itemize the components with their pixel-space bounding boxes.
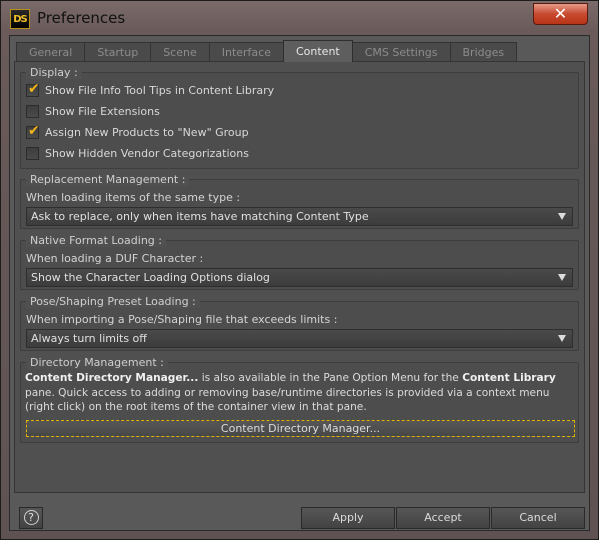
directory-management-group: Directory Management : Content Directory…	[20, 356, 579, 443]
checkbox-label: Show File Extensions	[45, 105, 160, 118]
dialog-body: General Startup Scene Interface Content …	[9, 35, 590, 531]
preferences-window: DS Preferences ✕ General Startup Scene I…	[0, 0, 599, 540]
tab-startup[interactable]: Startup	[84, 42, 152, 61]
option-show-hidden-vendor[interactable]: Show Hidden Vendor Categorizations	[26, 145, 249, 162]
checkbox-label: Show File Info Tool Tips in Content Libr…	[45, 84, 275, 97]
content-tab-panel: Display : ✔ Show File Info Tool Tips in …	[14, 61, 585, 493]
native-format-dropdown-value: Show the Character Loading Options dialo…	[31, 271, 270, 284]
checkmark-icon: ✔	[28, 81, 40, 97]
checkbox-label: Assign New Products to "New" Group	[45, 126, 249, 139]
title-bar[interactable]: DS Preferences ✕	[1, 1, 598, 35]
help-button[interactable]: ?	[19, 507, 43, 529]
content-library-bold: Content Library	[462, 372, 556, 384]
dropdown-arrow-icon	[558, 213, 566, 220]
apply-button[interactable]: Apply	[301, 507, 395, 529]
tab-bridges[interactable]: Bridges	[449, 42, 518, 61]
directory-description: Content Directory Manager... is also ava…	[25, 371, 577, 415]
replacement-dropdown-value: Ask to replace, only when items have mat…	[31, 210, 369, 223]
checkbox-unchecked[interactable]	[26, 147, 39, 160]
pose-shaping-group: Pose/Shaping Preset Loading : When impor…	[20, 295, 579, 351]
native-format-group-title: Native Format Loading :	[26, 234, 166, 247]
option-show-file-info-tooltips[interactable]: ✔ Show File Info Tool Tips in Content Li…	[26, 82, 274, 99]
directory-manager-bold: Content Directory Manager...	[25, 372, 199, 384]
dropdown-arrow-icon	[558, 335, 566, 342]
replacement-group: Replacement Management : When loading it…	[20, 173, 579, 229]
checkmark-icon: ✔	[28, 123, 40, 139]
tab-scene[interactable]: Scene	[150, 42, 210, 61]
window-title: Preferences	[37, 9, 126, 27]
native-format-dropdown[interactable]: Show the Character Loading Options dialo…	[26, 268, 573, 287]
accept-button[interactable]: Accept	[396, 507, 490, 529]
replacement-dropdown[interactable]: Ask to replace, only when items have mat…	[26, 207, 573, 226]
dropdown-arrow-icon	[558, 274, 566, 281]
tab-interface[interactable]: Interface	[208, 42, 284, 61]
native-format-label: When loading a DUF Character :	[26, 252, 204, 265]
tab-cms-settings[interactable]: CMS Settings	[351, 42, 451, 61]
pose-shaping-dropdown-value: Always turn limits off	[31, 332, 147, 345]
checkbox-checked[interactable]: ✔	[26, 81, 40, 97]
checkbox-unchecked[interactable]	[26, 105, 39, 118]
checkbox-checked[interactable]: ✔	[26, 123, 40, 139]
checkbox-label: Show Hidden Vendor Categorizations	[45, 147, 249, 160]
help-icon: ?	[23, 510, 39, 525]
daz-studio-logo-icon: DS	[10, 9, 30, 29]
tab-bar: General Startup Scene Interface Content …	[16, 40, 518, 62]
directory-text-part1: is also available in the Pane Option Men…	[198, 372, 463, 384]
replacement-label: When loading items of the same type :	[26, 191, 241, 204]
replacement-group-title: Replacement Management :	[26, 173, 190, 186]
cancel-button[interactable]: Cancel	[491, 507, 585, 529]
native-format-group: Native Format Loading : When loading a D…	[20, 234, 579, 290]
option-show-file-extensions[interactable]: Show File Extensions	[26, 103, 160, 120]
directory-text-part2: pane. Quick access to adding or removing…	[25, 386, 550, 414]
close-button[interactable]: ✕	[533, 3, 588, 25]
option-assign-new-products[interactable]: ✔ Assign New Products to "New" Group	[26, 124, 249, 141]
tab-general[interactable]: General	[16, 42, 86, 61]
display-group: Display : ✔ Show File Info Tool Tips in …	[20, 66, 579, 169]
display-group-title: Display :	[26, 66, 82, 79]
pose-shaping-group-title: Pose/Shaping Preset Loading :	[26, 295, 200, 308]
pose-shaping-label: When importing a Pose/Shaping file that …	[26, 313, 338, 326]
content-directory-manager-button[interactable]: Content Directory Manager...	[26, 420, 575, 437]
directory-group-title: Directory Management :	[26, 356, 168, 369]
tab-content[interactable]: Content	[282, 40, 353, 62]
pose-shaping-dropdown[interactable]: Always turn limits off	[26, 329, 573, 348]
